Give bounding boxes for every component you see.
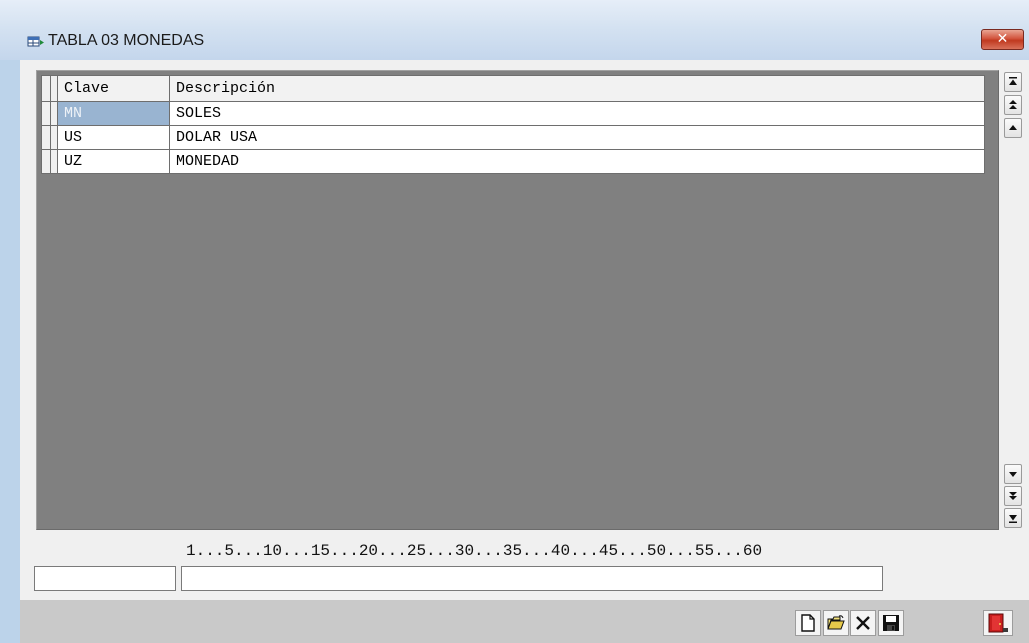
exit-door-icon (988, 613, 1008, 633)
client-area: Clave Descripción MN SOLES US DOLAR USA … (20, 60, 1029, 643)
scroll-page-up-icon (1009, 100, 1017, 109)
data-grid[interactable]: Clave Descripción MN SOLES US DOLAR USA … (41, 75, 985, 174)
exit-button[interactable] (983, 610, 1013, 636)
delete-icon (856, 616, 870, 630)
scroll-bottom-button[interactable] (1004, 508, 1022, 528)
bottom-toolbar (20, 600, 1029, 643)
row-indicator[interactable] (41, 149, 58, 174)
scroll-down-icon (1009, 472, 1017, 477)
row-indicator[interactable] (41, 101, 58, 126)
scroll-down-button[interactable] (1004, 464, 1022, 484)
save-icon (883, 615, 899, 631)
scroll-page-down-icon (1009, 492, 1017, 500)
data-grid-frame: Clave Descripción MN SOLES US DOLAR USA … (36, 70, 999, 530)
scroll-bottom-icon (1009, 515, 1017, 523)
delete-button[interactable] (850, 610, 876, 636)
scroll-up-button[interactable] (1004, 118, 1022, 138)
close-icon: ✕ (996, 31, 1009, 47)
table-row[interactable]: US DOLAR USA (41, 125, 985, 150)
open-folder-icon (827, 615, 845, 630)
scroll-up-icon (1009, 125, 1017, 130)
close-button[interactable]: ✕ (981, 29, 1024, 50)
scroll-top-icon (1009, 77, 1017, 85)
cell-descripcion[interactable]: DOLAR USA (169, 125, 985, 150)
table-window-icon (27, 36, 44, 47)
vertical-scrollbar[interactable] (1003, 70, 1025, 530)
row-indicator-header (41, 75, 58, 102)
scroll-page-down-button[interactable] (1004, 486, 1022, 506)
save-button[interactable] (878, 610, 904, 636)
column-ruler: 1...5...10...15...20...25...30...35...40… (186, 542, 763, 560)
column-header-descripcion[interactable]: Descripción (169, 75, 985, 102)
new-document-icon (801, 614, 815, 632)
grid-header-row: Clave Descripción (41, 75, 985, 102)
scroll-top-button[interactable] (1004, 72, 1022, 92)
window-title: TABLA 03 MONEDAS (48, 32, 205, 49)
open-button[interactable] (823, 610, 849, 636)
column-header-clave[interactable]: Clave (57, 75, 170, 102)
scroll-page-up-button[interactable] (1004, 95, 1022, 115)
cell-clave[interactable]: MN (57, 101, 170, 126)
new-button[interactable] (795, 610, 821, 636)
row-indicator[interactable] (41, 125, 58, 150)
cell-descripcion[interactable]: SOLES (169, 101, 985, 126)
app-window: TABLA 03 MONEDAS ✕ Clave Descripción MN … (0, 0, 1029, 643)
table-row[interactable]: MN SOLES (41, 101, 985, 126)
cell-descripcion[interactable]: MONEDAD (169, 149, 985, 174)
cell-clave[interactable]: UZ (57, 149, 170, 174)
table-row[interactable]: UZ MONEDAD (41, 149, 985, 174)
clave-field[interactable] (34, 566, 176, 591)
descripcion-field[interactable] (181, 566, 883, 591)
title-bar: TABLA 03 MONEDAS ✕ (0, 0, 1029, 60)
cell-clave[interactable]: US (57, 125, 170, 150)
